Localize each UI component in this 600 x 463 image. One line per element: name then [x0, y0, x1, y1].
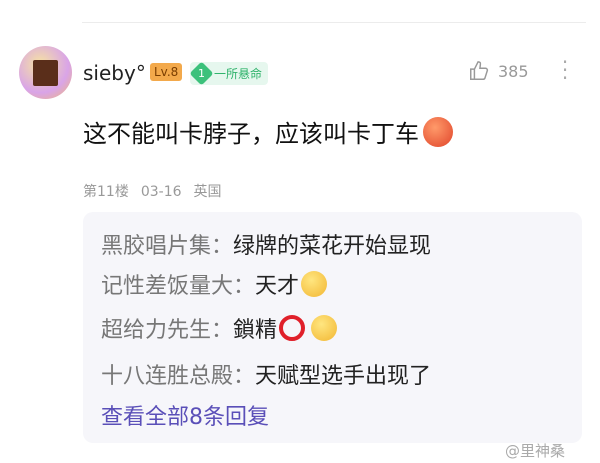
badge-text: 一所悬命	[214, 67, 263, 81]
fan-badge[interactable]: 1 一所悬命	[189, 61, 269, 86]
comment-meta: 第11楼 03-16 英国	[83, 181, 234, 201]
comment-location: 英国	[193, 184, 222, 200]
comment-date: 03-16	[140, 184, 182, 200]
reply-item[interactable]: 黑胶唱片集： 绿牌的菜花开始显现	[101, 228, 431, 260]
thinking-face-emoji-icon	[301, 271, 328, 297]
smiling-face-emoji-icon	[311, 315, 338, 341]
reply-item[interactable]: 记性差饭量大： 天才	[101, 268, 328, 300]
username[interactable]: sieby°	[83, 61, 146, 85]
divider	[82, 22, 586, 23]
floor-number: 第11楼	[83, 184, 129, 200]
thumbs-up-icon	[470, 61, 489, 80]
red-circle-icon	[279, 315, 306, 341]
avatar[interactable]	[19, 46, 72, 99]
comment-text: 这不能叫卡脖子，应该叫卡丁车	[83, 114, 453, 149]
like-button[interactable]: 385	[468, 60, 529, 82]
reply-item[interactable]: 超给力先生： 鎖精	[101, 312, 338, 344]
reply-item[interactable]: 十八连胜总殿： 天赋型选手出现了	[101, 358, 431, 390]
replies-box: 黑胶唱片集： 绿牌的菜花开始显现 记性差饭量大： 天才 超给力先生： 鎖精 十八连胜总…	[83, 212, 582, 443]
view-all-replies-link[interactable]: 查看全部8条回复	[101, 399, 269, 431]
level-badge: Lv.8	[150, 63, 183, 81]
badge-diamond-icon: 1	[189, 61, 214, 86]
like-count: 385	[498, 61, 529, 81]
angry-face-emoji-icon	[423, 116, 453, 147]
more-options-icon[interactable]: · · ·	[560, 52, 570, 88]
watermark: @里神桑	[505, 442, 566, 460]
